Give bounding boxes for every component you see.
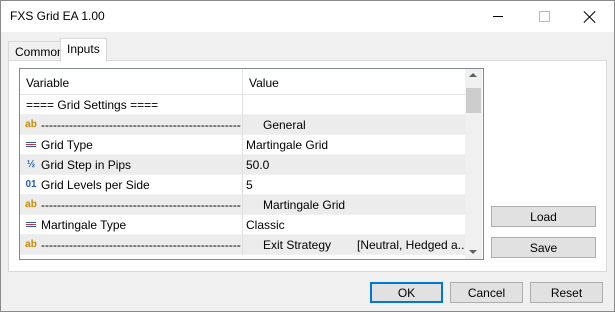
scroll-thumb[interactable] [466,88,481,113]
cancel-button[interactable]: Cancel [450,282,523,303]
table-row[interactable]: Martingale Type Classic [20,215,465,235]
string-type-icon: ab [25,239,37,250]
variable-value[interactable]: General [263,118,306,132]
string-type-icon: ab [25,199,37,210]
variable-name: Martingale Type [41,218,127,232]
variable-name: Grid Levels per Side [41,178,150,192]
table-row[interactable]: ab -------------------------------------… [20,115,465,135]
save-button[interactable]: Save [491,237,596,258]
cell-divider [242,235,243,255]
column-divider[interactable] [242,69,243,94]
variable-value[interactable]: 50.0 [246,158,269,172]
maximize-icon [538,11,550,22]
table-row[interactable]: 01 Grid Levels per Side 5 [20,175,465,195]
column-header-variable[interactable]: Variable [26,76,69,90]
enum-type-icon [25,218,37,231]
cell-divider [242,95,243,115]
inputs-grid: Variable Value ==== Grid Settings ==== a… [19,68,484,260]
double-type-icon: ½ [26,159,36,170]
tab-inputs[interactable]: Inputs [60,38,107,62]
title-bar: FXS Grid EA 1.00 [1,1,614,32]
reset-button[interactable]: Reset [530,282,603,303]
enum-type-icon [25,138,37,151]
variable-name: Grid Step in Pips [41,158,132,172]
vertical-scrollbar[interactable] [465,69,482,259]
variable-name: ----------------------------------------… [41,198,241,212]
cell-divider [242,135,243,155]
cell-divider [242,115,243,135]
variable-value[interactable]: Exit Strategy [263,238,331,252]
variable-value[interactable]: Classic [246,218,285,232]
table-row[interactable]: ab -------------------------------------… [20,235,468,255]
window-title: FXS Grid EA 1.00 [10,9,105,23]
minimize-button[interactable] [475,1,521,32]
minimize-icon [493,16,503,17]
variable-name: ----------------------------------------… [41,118,241,132]
column-header-value[interactable]: Value [249,76,279,90]
cell-divider [242,195,243,215]
scroll-up-icon[interactable] [469,73,477,77]
variable-name: ----------------------------------------… [41,238,241,252]
variable-value-extra[interactable]: [Neutral, Hedged a... [357,238,468,252]
cell-divider [242,215,243,235]
variable-value[interactable]: Martingale Grid [246,138,328,152]
variable-value[interactable]: 5 [246,178,253,192]
table-row[interactable]: ½ Grid Step in Pips 50.0 [20,155,465,175]
grid-header: Variable Value [20,69,465,95]
string-type-icon: ab [25,119,37,130]
variable-value[interactable]: Martingale Grid [263,198,345,212]
maximize-button[interactable] [521,1,567,32]
cell-divider [242,175,243,195]
ok-button[interactable]: OK [370,282,443,303]
scroll-down-icon[interactable] [469,250,477,254]
close-icon [584,11,596,23]
load-button[interactable]: Load [491,206,596,227]
variable-name: Grid Type [41,138,93,152]
table-row[interactable]: ==== Grid Settings ==== [20,95,465,115]
table-row[interactable]: Grid Type Martingale Grid [20,135,465,155]
integer-type-icon: 01 [25,179,37,190]
variable-name: ==== Grid Settings ==== [26,98,159,112]
table-row[interactable]: ab -------------------------------------… [20,195,465,215]
close-button[interactable] [567,1,613,32]
cell-divider [242,155,243,175]
